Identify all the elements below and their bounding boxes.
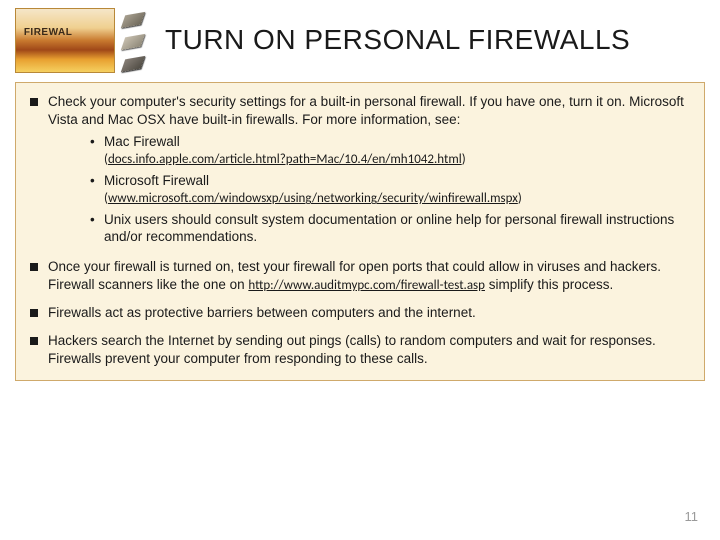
square-bullet-icon — [30, 98, 38, 106]
sub-label: Mac Firewall — [104, 134, 180, 149]
sub-item-unix: Unix users should consult system documen… — [90, 211, 690, 247]
sub-item-mac: Mac Firewall (docs.info.apple.com/articl… — [90, 133, 690, 169]
bullet-3-text: Firewalls act as protective barriers bet… — [48, 305, 476, 320]
bullet-3: Firewalls act as protective barriers bet… — [30, 304, 690, 322]
sub-label: Microsoft Firewall — [104, 173, 209, 188]
sub-label: Unix users should consult system documen… — [104, 212, 674, 245]
sub-list: Mac Firewall (docs.info.apple.com/articl… — [48, 133, 690, 247]
square-bullet-icon — [30, 309, 38, 317]
sub-item-microsoft: Microsoft Firewall (www.microsoft.com/wi… — [90, 172, 690, 208]
bullet-2-post: simplify this process. — [485, 277, 613, 292]
url-line-microsoft: (www.microsoft.com/windowsxp/using/netwo… — [104, 190, 690, 207]
url-line-mac: (docs.info.apple.com/article.html?path=M… — [104, 151, 690, 168]
square-bullet-icon — [30, 337, 38, 345]
auditmypc-url[interactable]: http://www.auditmypc.com/firewall-test.a… — [248, 278, 485, 293]
square-bullet-icon — [30, 263, 38, 271]
firewall-icon — [15, 8, 115, 73]
server-cubes-icon — [117, 10, 147, 72]
slide-title: TURN ON PERSONAL FIREWALLS — [157, 24, 630, 56]
header-imagery — [15, 8, 147, 73]
bullet-1: Check your computer's security settings … — [30, 93, 690, 248]
page-number: 11 — [685, 509, 699, 524]
bullet-2: Once your firewall is turned on, test yo… — [30, 258, 690, 294]
slide-header: TURN ON PERSONAL FIREWALLS — [0, 0, 720, 78]
content-box: Check your computer's security settings … — [15, 82, 705, 381]
bullet-1-text: Check your computer's security settings … — [48, 94, 684, 127]
bullet-4-text: Hackers search the Internet by sending o… — [48, 333, 656, 366]
mac-url[interactable]: docs.info.apple.com/article.html?path=Ma… — [108, 152, 462, 167]
microsoft-url[interactable]: www.microsoft.com/windowsxp/using/networ… — [108, 191, 518, 206]
bullet-4: Hackers search the Internet by sending o… — [30, 332, 690, 368]
